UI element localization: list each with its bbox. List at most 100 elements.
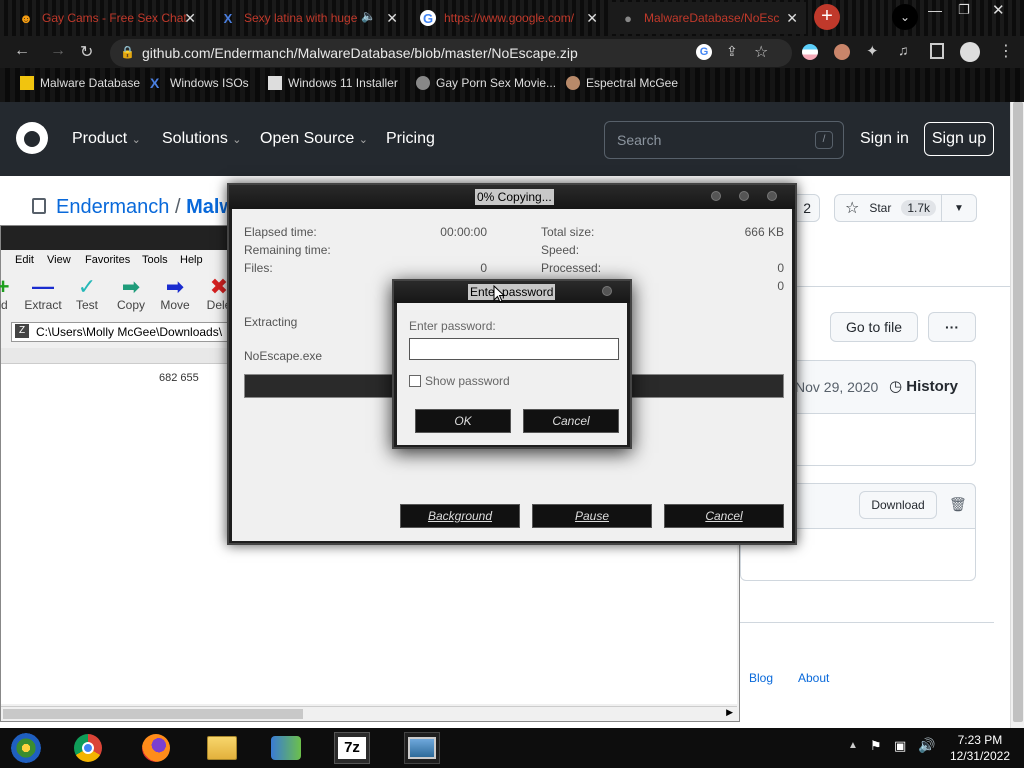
password-titlebar[interactable]: Enter password [394, 281, 630, 303]
lock-icon[interactable]: 🔒 [120, 45, 135, 59]
tab-gay-cams[interactable]: ☻ Gay Cams - Free Sex Chat ✕ [8, 2, 204, 34]
menu-view[interactable]: View [47, 254, 71, 266]
extension-avatar-icon[interactable] [834, 44, 850, 60]
bookmark-windows-11-installer[interactable]: Windows 11 Installer [268, 76, 398, 90]
network-icon[interactable] [268, 732, 304, 764]
flag-icon[interactable]: ⚑ [870, 738, 882, 754]
clock[interactable]: 7:23 PM 12/31/2022 [950, 732, 1010, 764]
bookmark-espectral-mcgee[interactable]: Espectral McGee [566, 76, 678, 90]
ok-button[interactable]: OK [415, 409, 511, 433]
background-button[interactable]: Background [400, 504, 520, 528]
sign-in-link[interactable]: Sign in [860, 130, 909, 148]
address-bar[interactable]: 🔒 github.com/Endermanch/MalwareDatabase/… [110, 39, 792, 67]
scrollbar-thumb[interactable] [1013, 102, 1023, 722]
speaker-icon[interactable]: 🔈 [361, 9, 376, 23]
github-logo-icon[interactable] [16, 122, 48, 154]
file-explorer-icon[interactable] [204, 732, 240, 764]
nav-solutions[interactable]: Solutions ⌄ [162, 130, 242, 148]
side-panel-icon[interactable] [930, 43, 944, 59]
go-to-file-button[interactable]: Go to file [830, 312, 918, 342]
nav-open-source[interactable]: Open Source ⌄ [260, 130, 368, 148]
show-password-checkbox[interactable] [409, 375, 421, 387]
minimize-icon[interactable] [711, 191, 721, 201]
menu-help[interactable]: Help [180, 254, 203, 266]
close-icon[interactable]: ✕ [184, 10, 196, 27]
clock-date: 12/31/2022 [949, 749, 1010, 763]
cancel-button[interactable]: Cancel [664, 504, 784, 528]
history-link[interactable]: ◷ History [889, 377, 958, 395]
bookmark-label: Malware Database [40, 76, 141, 90]
remaining-label: Remaining time: [244, 243, 331, 257]
maximize-icon[interactable] [739, 191, 749, 201]
share-icon[interactable]: ⇪ [726, 43, 738, 60]
close-icon[interactable]: ✕ [786, 10, 798, 27]
pause-button[interactable]: Pause [532, 504, 652, 528]
tab-title: Gay Cams - Free Sex Chat [42, 11, 187, 25]
close-icon[interactable]: ✕ [386, 10, 398, 27]
menu-kebab-icon[interactable]: ⋮ [998, 41, 1014, 61]
repo-owner-link[interactable]: Endermanch [56, 196, 169, 218]
menu-tools[interactable]: Tools [142, 254, 168, 266]
nav-pricing[interactable]: Pricing [386, 130, 435, 148]
volume-icon[interactable]: 🔊 [918, 737, 935, 754]
nav-product[interactable]: Product ⌄ [72, 130, 141, 148]
test-button[interactable]: ✓ Test [63, 276, 111, 313]
bookmark-windows-isos[interactable]: X Windows ISOs [150, 76, 249, 90]
bookmark-gay-porn[interactable]: Gay Porn Sex Movie... [416, 76, 556, 90]
search-input[interactable]: Search / [604, 121, 844, 159]
close-icon[interactable] [602, 286, 612, 296]
reload-icon[interactable]: ↻ [80, 42, 93, 62]
show-hidden-icons[interactable]: ▲ [848, 740, 858, 751]
start-button[interactable] [8, 732, 44, 764]
network-status-icon[interactable]: ▣ [894, 738, 906, 754]
7zip-icon[interactable]: 7z [334, 732, 370, 764]
tab-sexy-latina[interactable]: X Sexy latina with huge 🔈 ✕ [210, 2, 406, 34]
new-tab-button[interactable]: + [814, 4, 840, 30]
extract-button[interactable]: — Extract [19, 276, 67, 313]
photo-icon[interactable] [404, 732, 440, 764]
copying-titlebar[interactable]: 0% Copying... [229, 185, 795, 209]
tab-malware-database[interactable]: ● MalwareDatabase/NoEsc ✕ [610, 2, 806, 34]
close-icon[interactable] [767, 191, 777, 201]
tab-google[interactable]: G https://www.google.com/ ✕ [410, 2, 606, 34]
minimize-icon[interactable]: — [928, 2, 942, 18]
star-dropdown[interactable]: ▼ [941, 194, 977, 222]
footer-link-about[interactable]: About [798, 671, 829, 685]
page-scrollbar[interactable] [1010, 102, 1024, 728]
file-size-cell: 682 655 [159, 372, 199, 384]
profile-avatar-icon[interactable] [960, 42, 980, 62]
menu-favorites[interactable]: Favorites [85, 254, 130, 266]
bookmark-star-icon[interactable]: ☆ [754, 42, 768, 62]
window-close-icon[interactable]: ✕ [992, 1, 1005, 19]
bookmark-malware-database[interactable]: Malware Database [20, 76, 140, 90]
extension-icon[interactable] [802, 44, 818, 60]
chrome-icon[interactable] [70, 732, 106, 764]
scrollbar-thumb[interactable] [3, 709, 303, 719]
firefox-icon[interactable] [138, 732, 174, 764]
back-icon[interactable]: ← [14, 42, 30, 60]
password-input[interactable] [409, 338, 619, 360]
extensions-puzzle-icon[interactable]: ✦ [866, 42, 879, 60]
media-icon[interactable]: ♫ [898, 42, 909, 58]
chevron-down-icon[interactable]: ⌄ [892, 4, 918, 30]
github-icon: ● [624, 10, 632, 26]
star-button[interactable]: ☆ Star 1.7k [834, 194, 942, 222]
footer-link-blog[interactable]: Blog [749, 671, 773, 685]
path-field[interactable]: Z C:\Users\Molly McGee\Downloads\ [11, 322, 231, 342]
horizontal-scrollbar[interactable]: ▶ [1, 706, 737, 720]
move-button[interactable]: ➡ Move [151, 276, 199, 313]
download-button[interactable]: Download [859, 491, 937, 519]
forward-icon[interactable]: → [50, 42, 66, 60]
path-text: C:\Users\Molly McGee\Downloads\ [36, 325, 223, 339]
scroll-right-icon[interactable]: ▶ [726, 707, 733, 718]
copy-button[interactable]: ➡ Copy [107, 276, 155, 313]
menu-edit[interactable]: Edit [15, 254, 34, 266]
site-icon [416, 76, 430, 90]
more-options-button[interactable]: ··· [928, 312, 976, 342]
cancel-button[interactable]: Cancel [523, 409, 619, 433]
google-lens-icon[interactable]: G [696, 44, 712, 60]
sign-up-button[interactable]: Sign up [924, 122, 994, 156]
close-icon[interactable]: ✕ [586, 10, 598, 27]
trash-icon[interactable]: 🗑 [949, 496, 967, 513]
restore-icon[interactable]: ❐ [958, 2, 970, 18]
